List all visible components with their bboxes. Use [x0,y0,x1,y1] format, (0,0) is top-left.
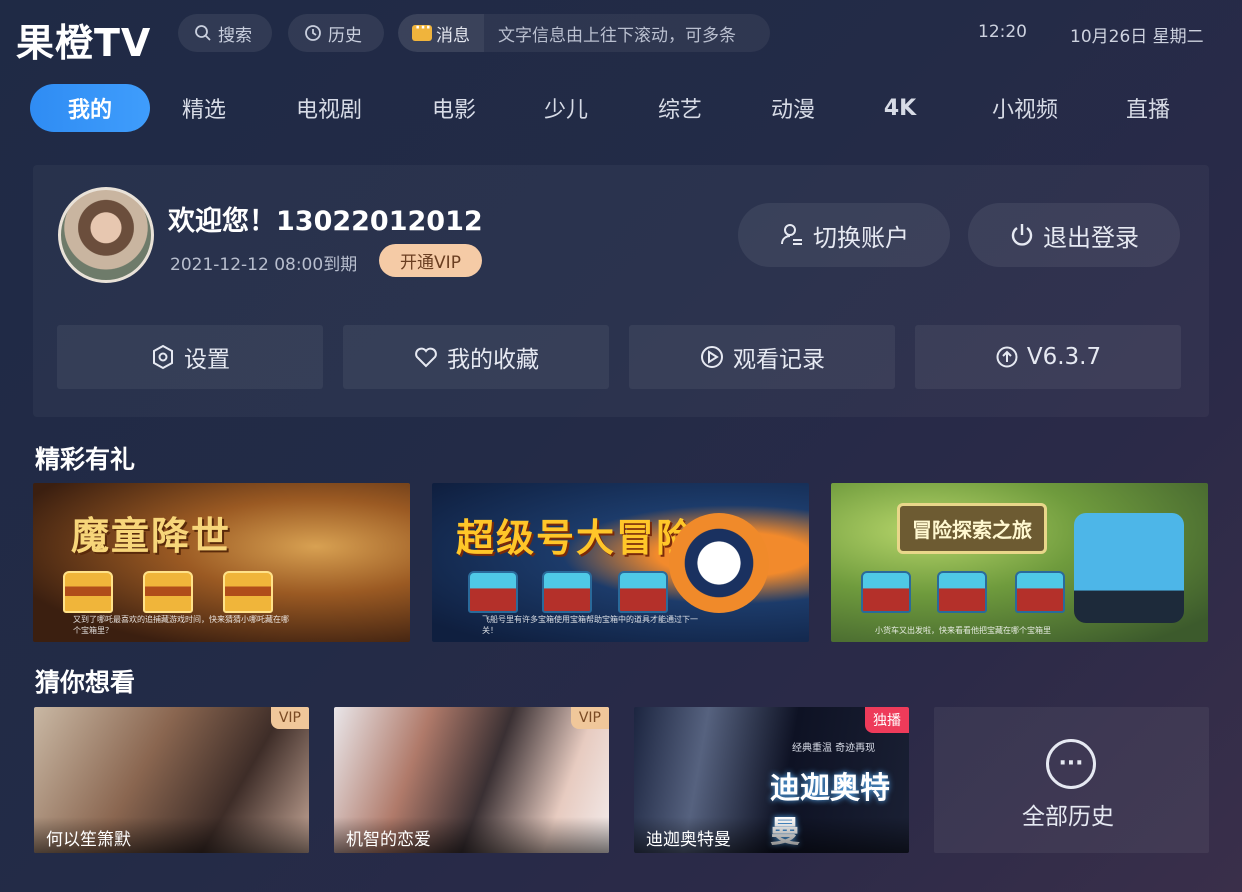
all-history-label: 全部历史 [1022,804,1114,830]
vip-expire-text: 2021-12-12 08:00到期 [170,255,358,275]
vip-badge: VIP [270,707,309,729]
mascot-image [669,513,769,613]
version-button[interactable]: V6.3.7 [915,325,1181,389]
switch-user-icon [781,224,802,245]
recommend-card[interactable]: VIP 何以笙箫默 [34,707,309,853]
poster-subtitle: 经典重温 奇迹再现 [792,743,876,754]
treasure-chest-icon [937,571,987,613]
play-circle-icon [701,346,723,368]
gift-banner-adventure[interactable]: 超级号大冒险 飞船号里有许多宝箱使用宝箱帮助宝箱中的道具才能通过下一关！ [432,483,809,642]
tab-tv-series[interactable]: 电视剧 [276,84,382,132]
clock-time: 12:20 [978,22,1027,42]
banner-note: 小货车又出发啦，快来看看他把宝藏在哪个宝箱里 [875,626,1051,635]
banner-note: 又到了哪吒最喜欢的追捕藏游戏时间，快来猜猜小哪吒藏在哪个宝箱里？ [73,615,289,635]
upload-circle-icon [996,346,1018,368]
tab-short-video[interactable]: 小视频 [972,84,1078,132]
tab-kids[interactable]: 少儿 [518,84,614,132]
banner-title: 冒险探索之旅 [897,503,1047,554]
tab-mine[interactable]: 我的 [30,84,150,132]
watch-history-label: 观看记录 [733,347,825,373]
all-history-button[interactable]: ··· 全部历史 [934,707,1209,853]
version-label: V6.3.7 [1026,344,1102,370]
switch-account-button[interactable]: 切换账户 [738,203,950,267]
message-label: 消息 [436,25,470,46]
clock-icon [305,25,321,41]
logout-button[interactable]: 退出登录 [968,203,1180,267]
settings-icon [153,344,173,370]
message-button[interactable]: 消息 [398,14,484,52]
gift-banner-nezha[interactable]: 魔童降世 又到了哪吒最喜欢的追捕藏游戏时间，快来猜猜小哪吒藏在哪个宝箱里？ [33,483,410,642]
history-label: 历史 [328,25,362,46]
exclusive-badge: 独播 [865,707,909,733]
power-icon [1011,224,1033,246]
treasure-chest-icon [618,571,668,613]
treasure-chest-icon [63,571,113,613]
treasure-chest-icon [143,571,193,613]
app-logo: 果橙TV [16,21,152,65]
settings-label: 设置 [184,347,230,373]
banner-note: 飞船号里有许多宝箱使用宝箱帮助宝箱中的道具才能通过下一关！ [482,615,698,635]
settings-button[interactable]: 设置 [57,325,323,389]
treasure-chest-icon [861,571,911,613]
top-bar: 果橙TV 搜索 历史 消息 文字信息由上往下滚动，可多条 12:20 10月26… [0,0,1242,65]
search-label: 搜索 [218,25,252,46]
treasure-chest-icon [542,571,592,613]
search-button[interactable]: 搜索 [178,14,272,52]
message-ticker[interactable]: 消息 文字信息由上往下滚动，可多条 [398,14,770,52]
recommend-card[interactable]: 独播 经典重温 奇迹再现 迪迦奥特曼 迪迦奥特曼 [634,707,909,853]
treasure-chest-icon [1015,571,1065,613]
logout-label: 退出登录 [1043,223,1139,252]
banner-title: 超级号大冒险 [456,516,697,560]
tab-variety[interactable]: 综艺 [632,84,728,132]
tab-movies[interactable]: 电影 [406,84,502,132]
more-icon: ··· [1046,739,1096,789]
message-icon [412,20,432,41]
card-caption: 何以笙箫默 [34,817,309,853]
card-caption: 迪迦奥特曼 [634,817,909,853]
favorites-button[interactable]: 我的收藏 [343,325,609,389]
banner-title: 魔童降世 [71,514,232,558]
treasure-chest-icon [468,571,518,613]
message-text: 文字信息由上往下滚动，可多条 [498,25,736,46]
tab-4k[interactable]: 4K [852,84,948,132]
heart-icon [415,347,437,368]
switch-account-label: 切换账户 [813,223,909,252]
welcome-text: 欢迎您！13022012012 [168,206,483,237]
gift-banner-explore[interactable]: 冒险探索之旅 小货车又出发啦，快来看看他把宝藏在哪个宝箱里 [831,483,1208,642]
card-caption: 机智的恋爱 [334,817,609,853]
tab-live[interactable]: 直播 [1100,84,1196,132]
open-vip-button[interactable]: 开通VIP [379,244,482,277]
search-icon [195,25,211,41]
recommend-card[interactable]: VIP 机智的恋爱 [334,707,609,853]
truck-image [1074,513,1184,623]
tab-anime[interactable]: 动漫 [745,84,841,132]
treasure-chest-icon [223,571,273,613]
user-panel: 欢迎您！13022012012 2021-12-12 08:00到期 开通VIP… [33,165,1209,417]
watch-history-button[interactable]: 观看记录 [629,325,895,389]
history-button[interactable]: 历史 [288,14,384,52]
clock-date: 10月26日 星期二 [1070,27,1204,47]
gifts-section-title: 精彩有礼 [35,445,136,474]
category-nav: 我的 精选 电视剧 电影 少儿 综艺 动漫 4K 小视频 直播 [30,84,1220,132]
favorites-label: 我的收藏 [447,347,539,373]
tab-featured[interactable]: 精选 [156,84,252,132]
vip-badge: VIP [570,707,609,729]
avatar[interactable] [58,187,154,283]
recommend-section-title: 猜你想看 [35,668,136,697]
